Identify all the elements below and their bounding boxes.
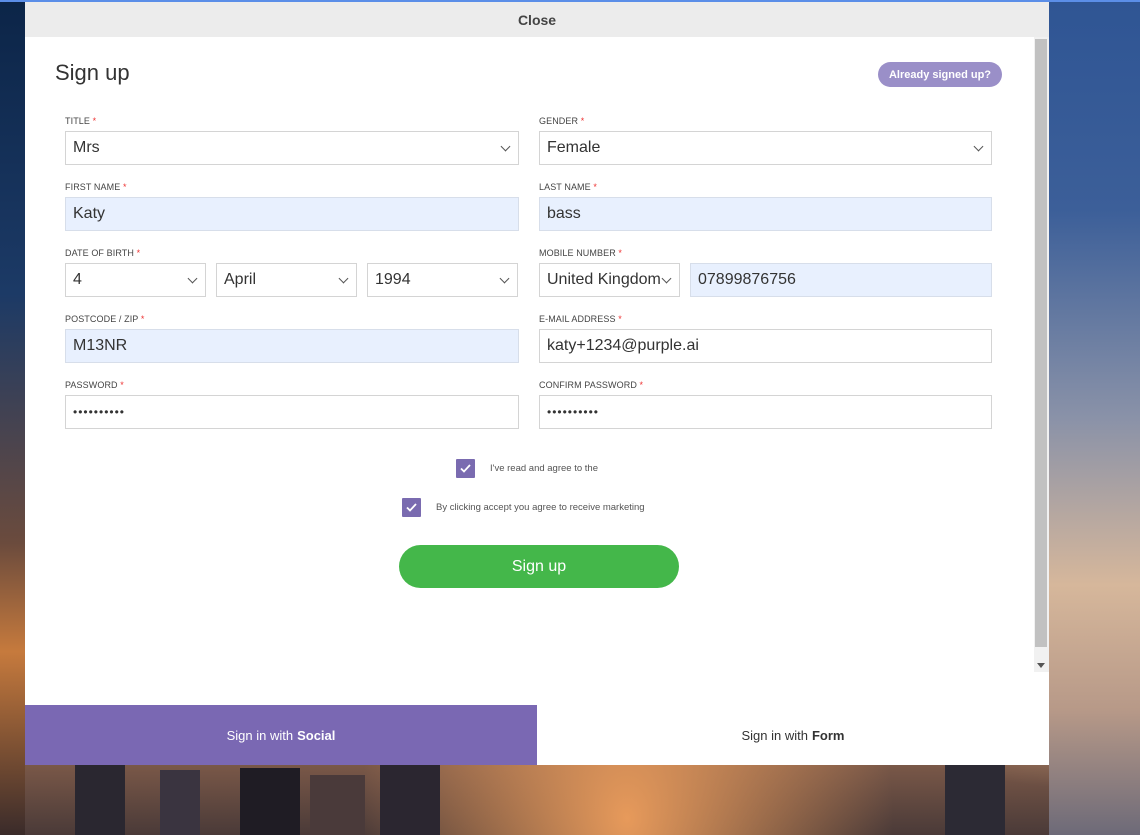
password-field[interactable]: ••••••••••: [65, 395, 519, 429]
gender-select[interactable]: Female: [539, 131, 992, 165]
chevron-down-icon: [187, 273, 198, 284]
background-building: [310, 775, 365, 835]
tab-form-prefix: Sign in with: [741, 727, 808, 743]
confirm-password-label: CONFIRM PASSWORD *: [539, 380, 644, 390]
mobile-number-value: 07899876756: [698, 271, 796, 288]
already-signed-up-button[interactable]: Already signed up?: [878, 62, 1002, 87]
page-title: Sign up: [55, 60, 130, 85]
terms-checkbox-label: I've read and agree to the: [490, 463, 598, 474]
password-value: ••••••••••: [73, 405, 126, 419]
first-name-label: FIRST NAME *: [65, 182, 127, 192]
postcode-label: POSTCODE / ZIP *: [65, 314, 145, 324]
background-building: [380, 765, 440, 835]
chevron-down-icon: [499, 273, 510, 284]
background-image-right: [1049, 2, 1140, 835]
scroll-down-arrow-icon[interactable]: [1037, 663, 1045, 668]
tab-sign-in-form[interactable]: Sign in with Form: [537, 705, 1049, 765]
chevron-down-icon: [661, 273, 672, 284]
title-select-value: Mrs: [73, 139, 100, 156]
mobile-number-label: MOBILE NUMBER *: [539, 248, 623, 258]
date-of-birth-label: DATE OF BIRTH *: [65, 248, 141, 258]
dob-year-select[interactable]: 1994: [367, 263, 518, 297]
first-name-field[interactable]: Katy: [65, 197, 519, 231]
title-label: TITLE *: [65, 116, 97, 126]
postcode-value: M13NR: [73, 337, 128, 354]
gender-select-value: Female: [547, 139, 601, 156]
mobile-number-field[interactable]: 07899876756: [690, 263, 992, 297]
dob-month-value: April: [224, 271, 257, 288]
chevron-down-icon: [500, 141, 511, 152]
close-button[interactable]: Close: [25, 2, 1049, 37]
confirm-password-value: ••••••••••: [547, 405, 600, 419]
marketing-checkbox-row: By clicking accept you agree to receive …: [402, 498, 645, 517]
tab-social-prefix: Sign in with: [226, 727, 294, 743]
background-building: [160, 770, 200, 835]
mobile-country-select[interactable]: United Kingdom: [539, 263, 680, 297]
background-building: [945, 765, 1005, 835]
dob-year-value: 1994: [375, 271, 411, 288]
signup-button[interactable]: Sign up: [399, 545, 679, 588]
marketing-checkbox[interactable]: [402, 498, 421, 517]
modal-scrollbar[interactable]: [1034, 37, 1049, 672]
confirm-password-field[interactable]: ••••••••••: [539, 395, 992, 429]
last-name-field[interactable]: bass: [539, 197, 992, 231]
tab-sign-in-social[interactable]: Sign in with Social: [25, 705, 537, 765]
last-name-label: LAST NAME *: [539, 182, 597, 192]
dob-day-select[interactable]: 4: [65, 263, 206, 297]
terms-checkbox[interactable]: [456, 459, 475, 478]
marketing-checkbox-label: By clicking accept you agree to receive …: [436, 502, 645, 513]
tab-social-bold: Social: [297, 727, 336, 743]
last-name-value: bass: [547, 205, 581, 222]
gender-label: GENDER *: [539, 116, 585, 126]
mobile-country-value: United Kingdom: [547, 271, 661, 288]
first-name-value: Katy: [73, 205, 106, 222]
tab-form-bold: Form: [811, 727, 845, 743]
dob-day-value: 4: [73, 271, 82, 288]
chevron-down-icon: [338, 273, 349, 284]
checkmark-icon: [460, 464, 471, 473]
password-label: PASSWORD *: [65, 380, 124, 390]
title-select[interactable]: Mrs: [65, 131, 519, 165]
background-image-left: [0, 2, 25, 835]
email-value: katy+1234@purple.ai: [547, 337, 699, 354]
dob-month-select[interactable]: April: [216, 263, 357, 297]
email-label: E-MAIL ADDRESS *: [539, 314, 622, 324]
scrollbar-thumb[interactable]: [1035, 39, 1047, 647]
email-field[interactable]: katy+1234@purple.ai: [539, 329, 992, 363]
chevron-down-icon: [973, 141, 984, 152]
background-building: [240, 768, 300, 835]
checkmark-icon: [406, 503, 417, 512]
postcode-field[interactable]: M13NR: [65, 329, 519, 363]
signup-modal: Close Sign up Already signed up? TITLE *…: [25, 2, 1049, 765]
terms-checkbox-row: I've read and agree to the: [456, 459, 598, 478]
background-building: [75, 765, 125, 835]
